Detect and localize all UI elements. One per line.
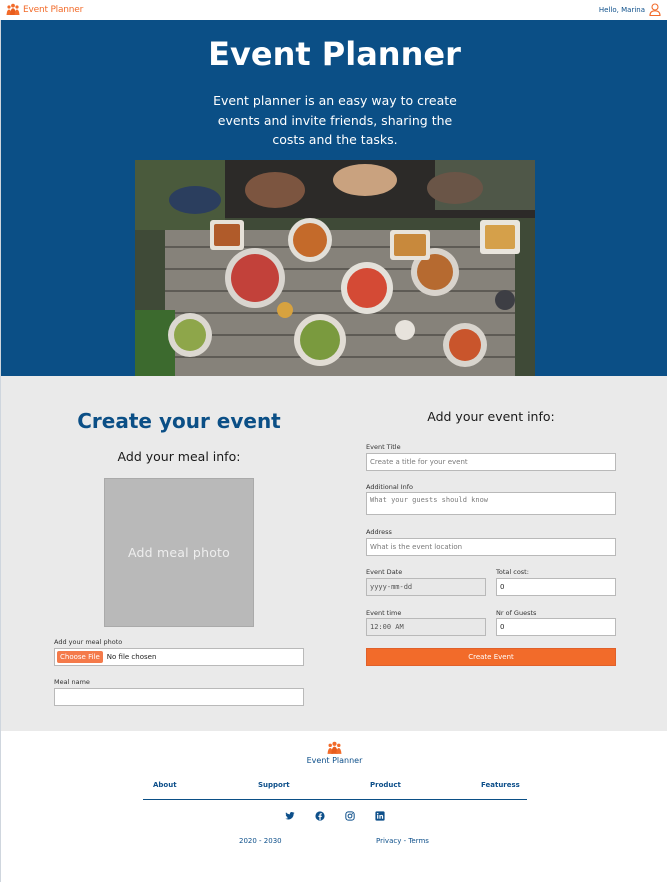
create-event-section: Create your event Add your meal info: Ad… (0, 376, 667, 731)
people-logo-icon (6, 3, 20, 15)
food-table-photo (135, 160, 535, 376)
event-time-label: Event time (366, 609, 402, 617)
privacy-terms-link[interactable]: Privacy - Terms (376, 837, 429, 845)
twitter-icon[interactable] (285, 811, 295, 821)
meal-photo-file-input[interactable]: Choose File No file chosen (54, 648, 304, 666)
footer: Event Planner About Support Product Feat… (0, 731, 667, 882)
people-logo-icon (327, 741, 342, 754)
meal-photo-label: Add your meal photo (54, 638, 123, 646)
brand-link[interactable]: Event Planner (6, 3, 83, 16)
address-input[interactable]: What is the event location (366, 538, 616, 556)
address-label: Address (366, 528, 392, 536)
additional-info-textarea[interactable]: What your guests should know (366, 492, 616, 515)
top-navbar: Event Planner Hello, Marina (0, 0, 667, 21)
hero-title: Event Planner (208, 35, 461, 73)
hero-image (135, 160, 535, 376)
copyright-text: 2020 - 2030 (239, 837, 282, 845)
create-event-title: Create your event (77, 409, 281, 433)
guests-label: Nr of Guests (496, 609, 537, 617)
linkedin-icon[interactable] (375, 811, 385, 821)
meal-name-label: Meal name (54, 678, 90, 686)
create-event-button[interactable]: Create Event (366, 648, 616, 666)
event-date-label: Event Date (366, 568, 403, 576)
meal-photo-placeholder-text: Add meal photo (127, 545, 230, 560)
footer-brand-link[interactable]: Event Planner (1, 741, 667, 765)
footer-link-features[interactable]: Featuress (481, 781, 520, 789)
guests-input[interactable]: 0 (496, 618, 616, 636)
hero-section: Event Planner Event planner is an easy w… (0, 20, 667, 376)
event-title-label: Event Title (366, 443, 401, 451)
event-title-input[interactable]: Create a title for your event (366, 453, 616, 471)
meal-photo-preview: Add meal photo (104, 478, 254, 627)
meal-info-heading: Add your meal info: (117, 449, 241, 464)
footer-link-about[interactable]: About (153, 781, 177, 789)
additional-info-label: Additional Info (366, 483, 413, 491)
user-greeting: Hello, Marina (598, 6, 645, 14)
instagram-icon[interactable] (345, 811, 355, 821)
footer-brand-name: Event Planner (306, 756, 363, 765)
total-cost-input[interactable]: 0 (496, 578, 616, 596)
footer-link-product[interactable]: Product (370, 781, 401, 789)
brand-name: Event Planner (23, 4, 84, 15)
user-profile-icon[interactable] (649, 3, 661, 16)
total-cost-label: Total cost: (496, 568, 529, 576)
event-date-input[interactable]: yyyy-mm-dd (366, 578, 486, 596)
footer-links: About Support Product Featuress (143, 779, 527, 800)
event-time-input[interactable]: 12:00 AM (366, 618, 486, 636)
hero-description: Event planner is an easy way to create e… (213, 93, 457, 147)
facebook-icon[interactable] (315, 811, 325, 821)
social-links (1, 811, 667, 823)
file-status-text: No file chosen (106, 653, 157, 661)
meal-name-input[interactable] (54, 688, 304, 706)
footer-link-support[interactable]: Support (258, 781, 290, 789)
event-info-heading: Add your event info: (427, 409, 555, 424)
choose-file-button[interactable]: Choose File (57, 651, 103, 663)
